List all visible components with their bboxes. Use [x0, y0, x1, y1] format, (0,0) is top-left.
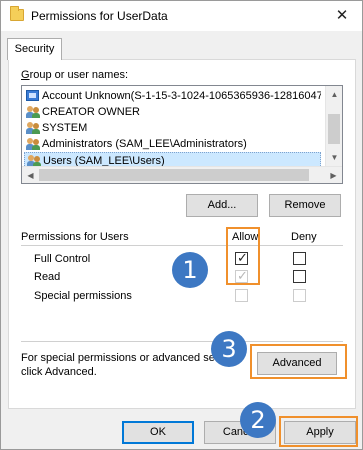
- read-deny-checkbox[interactable]: [293, 270, 306, 283]
- tab-security[interactable]: Security: [7, 38, 62, 60]
- special-deny-checkbox: [293, 289, 306, 302]
- list-item-account-unknown[interactable]: Account Unknown(S-1-15-3-1024-1065365936…: [24, 88, 321, 104]
- advanced-hint-line2: click Advanced.: [21, 366, 97, 378]
- perm-full-control-label: Full Control: [34, 253, 91, 265]
- remove-button[interactable]: Remove: [269, 194, 341, 217]
- full-control-allow-checkbox[interactable]: [235, 250, 248, 266]
- horizontal-scroll-thumb[interactable]: [39, 169, 309, 181]
- horizontal-scrollbar[interactable]: ◀ ▶: [22, 166, 342, 183]
- user-name: Account Unknown(S-1-15-3-1024-1065365936…: [42, 90, 321, 102]
- apply-button[interactable]: Apply: [284, 421, 356, 444]
- advanced-button[interactable]: Advanced: [257, 352, 337, 375]
- list-item-administrators[interactable]: Administrators (SAM_LEE\Administrators): [24, 136, 321, 152]
- user-name: Administrators (SAM_LEE\Administrators): [42, 138, 247, 150]
- permissions-dialog: Permissions for UserData ✕ Security Grou…: [0, 0, 363, 450]
- add-button[interactable]: Add...: [186, 194, 258, 217]
- scroll-down-arrow-icon[interactable]: ▼: [326, 149, 342, 166]
- users-group-icon: [26, 138, 40, 150]
- users-group-icon: [26, 106, 40, 118]
- step-badge-2: 2: [240, 402, 276, 438]
- permissions-divider: [21, 245, 343, 246]
- advanced-hint-line1: For special permissions or advanced se: [21, 352, 215, 364]
- folder-icon: [10, 6, 24, 21]
- ok-button[interactable]: OK: [122, 421, 194, 444]
- step-badge-1: 1: [172, 252, 208, 288]
- vertical-scroll-thumb[interactable]: [328, 114, 340, 144]
- vertical-scrollbar[interactable]: ▲ ▼: [325, 86, 342, 166]
- group-label-accel: G: [21, 69, 30, 81]
- title-bar: Permissions for UserData ✕: [1, 1, 362, 31]
- close-button[interactable]: ✕: [322, 1, 362, 31]
- list-item-system[interactable]: SYSTEM: [24, 120, 321, 136]
- full-control-deny-checkbox[interactable]: [293, 252, 306, 265]
- user-name: SYSTEM: [42, 122, 88, 134]
- permissions-label: Permissions for Users: [21, 231, 129, 243]
- window-title: Permissions for UserData: [31, 9, 168, 23]
- perm-read-label: Read: [34, 271, 61, 283]
- unknown-account-icon: [26, 90, 39, 101]
- scroll-right-arrow-icon[interactable]: ▶: [325, 167, 342, 183]
- scroll-left-arrow-icon[interactable]: ◀: [22, 167, 39, 183]
- users-group-icon: [26, 122, 40, 134]
- read-allow-checkbox: [235, 268, 248, 284]
- special-allow-checkbox: [235, 289, 248, 302]
- group-names-label: Group or user names:: [21, 69, 128, 81]
- step-badge-3: 3: [211, 331, 247, 367]
- user-list[interactable]: Account Unknown(S-1-15-3-1024-1065365936…: [21, 85, 343, 184]
- scroll-up-arrow-icon[interactable]: ▲: [326, 86, 342, 103]
- perm-special-label: Special permissions: [34, 290, 132, 302]
- permissions-bottom-divider: [21, 341, 343, 342]
- deny-header: Deny: [291, 231, 317, 243]
- user-name: CREATOR OWNER: [42, 106, 140, 118]
- list-item-creator-owner[interactable]: CREATOR OWNER: [24, 104, 321, 120]
- group-label-rest: roup or user names:: [29, 69, 128, 81]
- allow-header: Allow: [232, 231, 259, 243]
